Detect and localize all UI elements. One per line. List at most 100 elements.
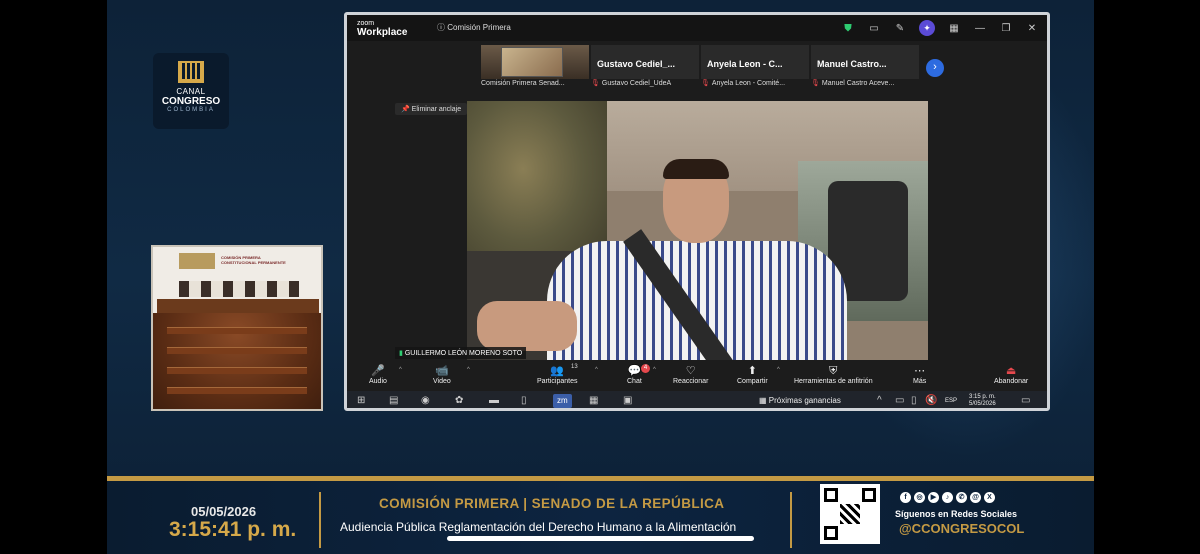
host-shield-icon: ⛨ xyxy=(829,365,838,377)
qr-data xyxy=(840,504,860,524)
pip-crest xyxy=(179,253,215,269)
host-tools-button[interactable]: ⛨ Herramientas de anfitrión xyxy=(794,365,873,385)
video-options-caret-icon[interactable]: ^ xyxy=(467,367,470,373)
mic-muted-icon: 🎙 xyxy=(701,80,710,87)
tray-battery-icon[interactable]: ▯ xyxy=(911,394,917,408)
task-view-icon[interactable]: ▤ xyxy=(389,394,398,408)
whatsapp-icon: ✆ xyxy=(956,492,967,503)
edge-icon[interactable]: ◉ xyxy=(421,394,430,408)
apps-icon[interactable]: ▦ xyxy=(947,23,961,34)
lower-third: 05/05/2026 3:15:41 p. m. COMISIÓN PRIMER… xyxy=(107,476,1094,554)
unpin-button[interactable]: 📌 Eliminar anclaje xyxy=(395,103,468,115)
share-options-caret-icon[interactable]: ^ xyxy=(777,367,780,373)
zoom-brand: zoom Workplace xyxy=(357,19,408,38)
participants-label: Participantes xyxy=(537,378,578,385)
logo-line-3: COLOMBIA xyxy=(167,107,215,113)
ndi-icon[interactable]: ▣ xyxy=(623,394,632,408)
camera-icon: 📹 xyxy=(435,365,449,377)
tiktok-icon: ♪ xyxy=(942,492,953,503)
meeting-controls: 🎤 Audio ^ 📹 Video ^ 👥 13 Participantes ^… xyxy=(347,363,1047,391)
tile-name: Manuel Castro... xyxy=(817,59,887,69)
video-button[interactable]: 📹 Video ^ xyxy=(433,365,470,385)
tile-caption-text: Gustavo Cediel_UdeA xyxy=(601,80,672,87)
windows-start-icon[interactable]: ⊞ xyxy=(357,394,365,408)
participant-tile[interactable]: Comisión Primera Senad... xyxy=(481,45,589,87)
mic-muted-icon: 🎙 xyxy=(811,80,820,87)
tile-video-inner xyxy=(501,47,563,77)
copilot-icon[interactable]: ✿ xyxy=(455,394,463,408)
taskbar-clock[interactable]: 3:15 p. m. 5/05/2026 xyxy=(969,394,996,408)
qr-finder xyxy=(824,526,838,540)
taskbar-time: 3:15 p. m. xyxy=(969,394,996,400)
zoom-window: zoom Workplace ⓘ Comisión Primera ⛊ ▭ ✎ … xyxy=(344,12,1050,411)
participant-tile[interactable]: Anyela Leon - C... 🎙 Anyela Leon - Comité… xyxy=(701,45,809,87)
logo-line-1: CANAL xyxy=(176,87,206,96)
speaker-name-tag: ▮ GUILLERMO LEÓN MORENO SOTO xyxy=(395,347,527,359)
pip-seat-row xyxy=(167,347,307,354)
chat-label: Chat xyxy=(627,378,642,385)
speaker-muted-icon[interactable]: 🔇 xyxy=(925,394,937,408)
more-icon: ⋯ xyxy=(914,365,926,377)
zoom-taskbar-app[interactable]: zm xyxy=(553,394,572,408)
document-icon[interactable]: ▯ xyxy=(521,394,527,408)
lower-separator xyxy=(319,492,321,548)
pip-seat-row xyxy=(167,387,307,394)
broadcast-frame: CANAL CONGRESO COLOMBIA COMISIÓN PRIMERA… xyxy=(107,0,1094,554)
input-language[interactable]: ESP xyxy=(945,394,957,408)
file-explorer-icon[interactable]: ▬ xyxy=(489,394,499,408)
youtube-icon: ▶ xyxy=(928,492,939,503)
participant-tile[interactable]: Manuel Castro... 🎙 Manuel Castro Aceve... xyxy=(811,45,919,87)
meeting-title-text: Comisión Primera xyxy=(447,23,511,32)
heart-icon: ♡ xyxy=(685,365,696,377)
zoom-brand-big: Workplace xyxy=(357,27,408,38)
chat-unread-badge: 4 xyxy=(641,364,650,373)
audio-button[interactable]: 🎤 Audio ^ xyxy=(369,365,402,385)
microphone-icon: 🎤 xyxy=(371,365,385,377)
chat-button[interactable]: 💬 4 Chat ^ xyxy=(627,364,656,385)
pip-seat-row xyxy=(167,327,307,334)
video-label: Video xyxy=(433,378,451,385)
facebook-icon: f xyxy=(900,492,911,503)
more-button[interactable]: ⋯ Más xyxy=(913,365,926,385)
tray-chevron-icon[interactable]: ^ xyxy=(877,394,882,408)
close-icon[interactable]: ✕ xyxy=(1025,23,1039,34)
leave-button[interactable]: ⏏ Abandonar xyxy=(994,365,1028,385)
participants-options-caret-icon[interactable]: ^ xyxy=(595,367,598,373)
share-label: Compartir xyxy=(737,378,768,385)
apps-grid-icon[interactable]: ▦ xyxy=(589,394,598,408)
zoom-titlebar: zoom Workplace ⓘ Comisión Primera ⛊ ▭ ✎ … xyxy=(347,15,1047,41)
participants-count: 13 xyxy=(571,364,578,370)
restore-icon[interactable]: ❐ xyxy=(999,23,1013,34)
more-label: Más xyxy=(913,378,927,385)
audio-options-caret-icon[interactable]: ^ xyxy=(399,367,402,373)
pip-seat-row xyxy=(167,367,307,374)
tray-network-icon[interactable]: ▭ xyxy=(895,394,904,408)
chat-options-caret-icon[interactable]: ^ xyxy=(653,367,656,373)
pip-panel-people xyxy=(179,281,299,297)
unpin-label: Eliminar anclaje xyxy=(411,106,462,113)
news-widget[interactable]: ▦ Próximas ganancias xyxy=(759,394,841,408)
notifications-icon[interactable]: ▭ xyxy=(1021,394,1030,408)
tile-caption-text: Anyela Leon - Comité... xyxy=(711,80,786,87)
shield-icon[interactable]: ⛊ xyxy=(841,23,855,34)
broadcast-date: 05/05/2026 xyxy=(191,504,257,519)
congress-building-icon xyxy=(178,61,204,83)
tile-name: Gustavo Cediel_... xyxy=(597,59,676,69)
participant-tile[interactable]: Gustavo Cediel_... 🎙 Gustavo Cediel_UdeA xyxy=(591,45,699,87)
lower-third-headline: COMISIÓN PRIMERA | SENADO DE LA REPÚBLIC… xyxy=(379,496,725,511)
speaker-name: GUILLERMO LEÓN MORENO SOTO xyxy=(404,350,523,357)
windows-taskbar: ⊞ ▤ ◉ ✿ ▬ ▯ zm ▦ ▣ ▦ Próximas ganancias … xyxy=(347,391,1047,408)
chat-bubble-icon[interactable]: ▭ xyxy=(867,23,881,34)
tile-caption-text: Manuel Castro Aceve... xyxy=(821,80,895,87)
next-page-button[interactable]: › xyxy=(926,59,944,77)
pen-icon[interactable]: ✎ xyxy=(893,23,907,34)
pip-title-line-2: CONSTITUCIONAL PERMANENTE xyxy=(221,260,286,265)
share-button[interactable]: ⬆ Compartir ^ xyxy=(737,365,780,385)
minimize-icon[interactable]: — xyxy=(973,23,987,34)
follow-text: Síguenos en Redes Sociales xyxy=(895,509,1018,519)
pip-title: COMISIÓN PRIMERA CONSTITUCIONAL PERMANEN… xyxy=(221,255,286,265)
pip-head-table xyxy=(157,299,319,313)
participants-button[interactable]: 👥 13 Participantes ^ xyxy=(537,364,598,385)
ai-companion-icon[interactable]: ✦ xyxy=(919,20,935,36)
react-button[interactable]: ♡ Reaccionar xyxy=(673,365,708,385)
